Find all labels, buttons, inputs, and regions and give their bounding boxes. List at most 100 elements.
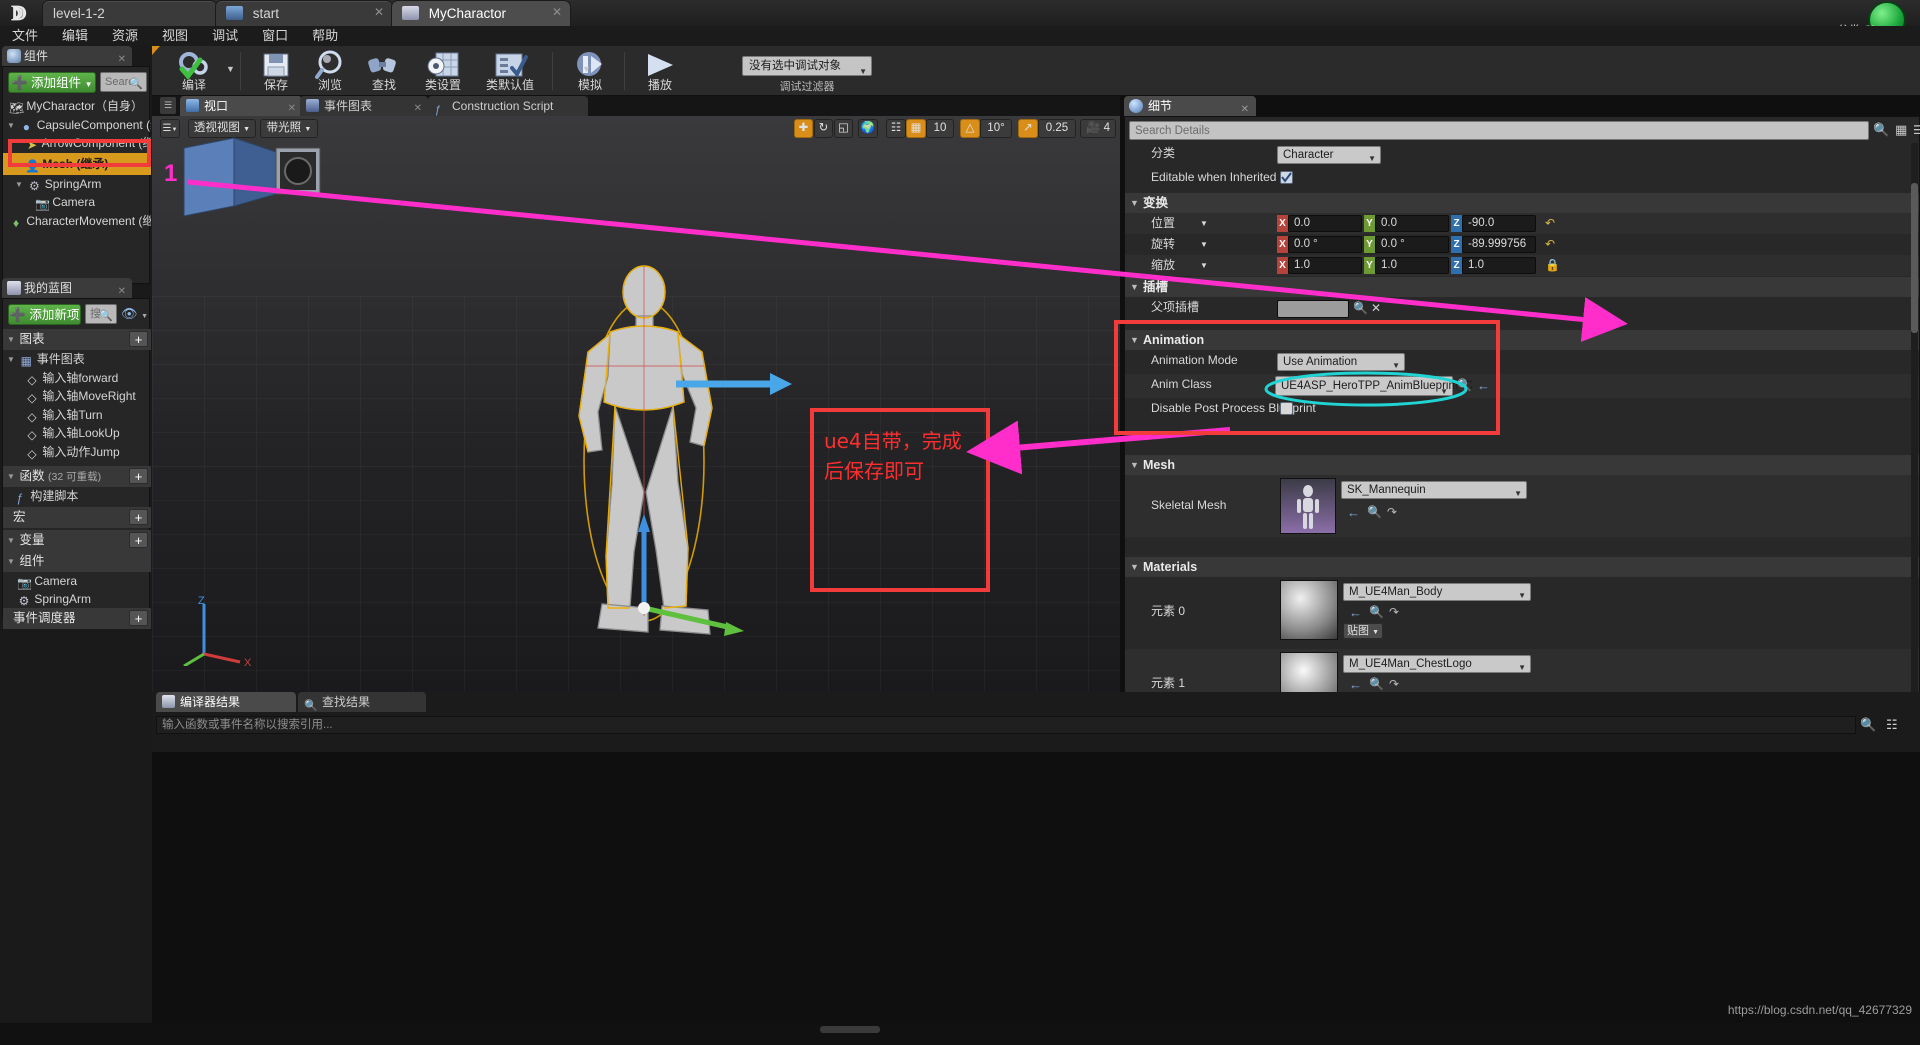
- mbp-component-row-camera[interactable]: 📷 Camera: [3, 572, 151, 591]
- coordinate-space-toggle[interactable]: 🌍: [858, 119, 878, 138]
- chevron-down-icon[interactable]: ▼: [7, 530, 16, 551]
- window-tab-mycharactor[interactable]: MyCharactor ✕: [391, 0, 571, 26]
- details-row-animation-mode[interactable]: Animation Mode Use Animation Blueprint ▼: [1125, 350, 1919, 384]
- add-graph-button[interactable]: +: [129, 331, 148, 347]
- editable-when-inherited-checkbox[interactable]: [1280, 171, 1293, 184]
- find-button[interactable]: 查找: [356, 48, 412, 94]
- chevron-down-icon[interactable]: ▼: [1130, 455, 1139, 475]
- material-element0-use-selected-icon[interactable]: ←: [1349, 605, 1362, 620]
- chevron-down-icon[interactable]: ▼: [1130, 557, 1139, 577]
- details-row-parent-socket[interactable]: 父项插槽 🔍 ✕: [1125, 297, 1919, 321]
- details-row-disable-post-process[interactable]: Disable Post Process Blueprint: [1125, 398, 1919, 420]
- chevron-down-icon[interactable]: ▼: [1130, 330, 1139, 350]
- details-row-scale[interactable]: 缩放 ▼ X 1.0 Y 1.0 Z 1.0 🔒: [1125, 255, 1919, 276]
- tab-viewport[interactable]: 视口 ✕: [180, 96, 302, 116]
- scale-y-field[interactable]: 1.0: [1375, 257, 1449, 274]
- material-element1-browse-icon[interactable]: 🔍: [1369, 677, 1384, 691]
- menu-view[interactable]: 视图: [150, 26, 200, 46]
- section-header-components[interactable]: ▼ 组件: [3, 551, 151, 572]
- graph-row-inputaction-jump[interactable]: ◇ 输入动作Jump: [3, 443, 151, 462]
- mbp-component-row-springarm[interactable]: ⚙ SpringArm: [3, 590, 151, 609]
- tab-options-icon[interactable]: ☰: [160, 97, 176, 114]
- chevron-down-icon[interactable]: ▼: [1200, 234, 1208, 255]
- add-variable-button[interactable]: +: [129, 532, 148, 548]
- myblueprint-panel-tab[interactable]: 我的蓝图 ✕: [2, 278, 132, 298]
- location-reset-icon[interactable]: ↶: [1545, 216, 1555, 230]
- scale-lock-icon[interactable]: 🔒: [1545, 258, 1560, 272]
- location-z-field[interactable]: -90.0: [1462, 215, 1536, 232]
- chevron-down-icon[interactable]: ▼: [15, 176, 24, 194]
- function-row-construction-script[interactable]: ƒ 构建脚本: [3, 487, 151, 506]
- scale-x-field[interactable]: 1.0: [1288, 257, 1362, 274]
- tab-compiler-results[interactable]: 编译器结果: [156, 692, 296, 712]
- component-row-charactermovement[interactable]: ♦ CharacterMovement (继承: [3, 212, 151, 231]
- debug-object-dropdown[interactable]: 没有选中调试对象 ▼: [742, 56, 872, 76]
- menu-assets[interactable]: 资源: [100, 26, 150, 46]
- menu-help[interactable]: 帮助: [300, 26, 350, 46]
- component-row-capsule[interactable]: ▼ ● CapsuleComponent (继承: [3, 116, 151, 135]
- search-details-input[interactable]: Search Details: [1129, 121, 1869, 140]
- close-icon[interactable]: ✕: [373, 6, 385, 18]
- anim-class-use-selected-icon[interactable]: ←: [1477, 378, 1490, 393]
- details-category-sockets[interactable]: ▼ 插槽: [1125, 277, 1919, 297]
- chevron-down-icon[interactable]: ▼: [1130, 277, 1139, 297]
- material-element1-use-selected-icon[interactable]: ←: [1349, 677, 1362, 692]
- transform-rotate-toggle[interactable]: ↻: [814, 119, 833, 138]
- tab-eventgraph[interactable]: 事件图表 ✕: [300, 96, 428, 116]
- location-x-field[interactable]: 0.0: [1288, 215, 1362, 232]
- find-references-input[interactable]: 输入函数或事件名称以搜索引用...: [156, 716, 1856, 734]
- material-element0-browse-icon[interactable]: 🔍: [1369, 605, 1384, 619]
- details-row-editable-when-inherited[interactable]: Editable when Inherited: [1125, 167, 1919, 189]
- graph-row-inputaxis-turn[interactable]: ◇ 输入轴Turn: [3, 406, 151, 425]
- menu-window[interactable]: 窗口: [250, 26, 300, 46]
- find-references-options-icon[interactable]: ☷: [1886, 717, 1898, 733]
- menu-file[interactable]: 文件: [0, 26, 50, 46]
- section-header-graphs[interactable]: ▼ 图表 +: [3, 329, 151, 350]
- add-event-dispatcher-button[interactable]: +: [129, 610, 148, 626]
- details-settings-icon[interactable]: ☰: [1913, 123, 1920, 137]
- parent-socket-clear-icon[interactable]: ✕: [1371, 301, 1381, 315]
- section-header-event-dispatchers[interactable]: 事件调度器 +: [3, 608, 151, 629]
- visibility-eye-icon[interactable]: 👁 ▼: [121, 306, 148, 322]
- compile-dropdown-arrow[interactable]: ▼: [226, 64, 235, 74]
- window-tab-start[interactable]: start ✕: [215, 0, 393, 26]
- skeletal-mesh-browse-icon[interactable]: 🔍: [1367, 505, 1382, 519]
- graph-row-inputaxis-moveright[interactable]: ◇ 输入轴MoveRight: [3, 387, 151, 406]
- location-y-field[interactable]: 0.0: [1375, 215, 1449, 232]
- tab-construction-script[interactable]: ƒ Construction Script: [428, 96, 588, 116]
- component-row-camera[interactable]: 📷 Camera: [3, 193, 151, 212]
- add-function-button[interactable]: +: [129, 468, 148, 484]
- add-new-button[interactable]: ➕ 添加新项 ▼: [8, 304, 81, 341]
- camera-speed-value[interactable]: 🎥 4: [1080, 119, 1116, 138]
- rotation-snap-value[interactable]: 10°: [980, 119, 1012, 138]
- chevron-down-icon[interactable]: ▼: [7, 329, 16, 350]
- search-details-magnifier-icon[interactable]: 🔍: [1873, 122, 1889, 138]
- play-dropdown-arrow[interactable]: ▼: [582, 64, 591, 74]
- parent-socket-field[interactable]: [1277, 300, 1349, 318]
- details-row-skeletal-mesh[interactable]: Skeletal Mesh SK_Mannequin ▼ ← 🔍 ↷: [1125, 475, 1919, 537]
- details-grid-view-icon[interactable]: ▦: [1895, 122, 1907, 138]
- disable-post-process-checkbox[interactable]: [1280, 402, 1293, 415]
- taskbar-handle[interactable]: [820, 1026, 880, 1033]
- transform-translate-toggle[interactable]: ✚: [794, 119, 813, 138]
- menu-debug[interactable]: 调试: [200, 26, 250, 46]
- components-search-input[interactable]: Searc 🔍: [100, 72, 147, 92]
- section-header-functions[interactable]: ▼ 函数 (32 可重载) +: [3, 466, 151, 487]
- skeletal-mesh-reset-icon[interactable]: ↷: [1387, 505, 1397, 519]
- scale-z-field[interactable]: 1.0: [1462, 257, 1536, 274]
- details-category-materials[interactable]: ▼ Materials: [1125, 557, 1919, 577]
- details-category-transform[interactable]: ▼ 变换: [1125, 193, 1919, 213]
- compile-button[interactable]: 编译: [166, 48, 222, 94]
- rotation-snap-toggle[interactable]: △: [960, 119, 980, 138]
- class-settings-button[interactable]: 类设置: [410, 48, 476, 94]
- skeletal-mesh-thumbnail[interactable]: [1280, 478, 1336, 534]
- surface-snapping-toggle[interactable]: ☷: [886, 119, 906, 138]
- details-row-rotation[interactable]: 旋转 ▼ X 0.0 ° Y 0.0 ° Z -89.999756 ↶: [1125, 234, 1919, 255]
- myblueprint-search-input[interactable]: 搜 🔍: [85, 304, 117, 324]
- chevron-down-icon[interactable]: ▼: [7, 466, 16, 487]
- details-panel-tab[interactable]: 细节 ✕: [1124, 96, 1256, 116]
- chevron-down-icon[interactable]: ▼: [7, 351, 16, 369]
- material-element0-dropdown[interactable]: M_UE4Man_Body ▼: [1343, 583, 1531, 601]
- scale-snap-toggle[interactable]: ↗: [1018, 119, 1038, 138]
- class-defaults-button[interactable]: 类默认值: [474, 48, 546, 94]
